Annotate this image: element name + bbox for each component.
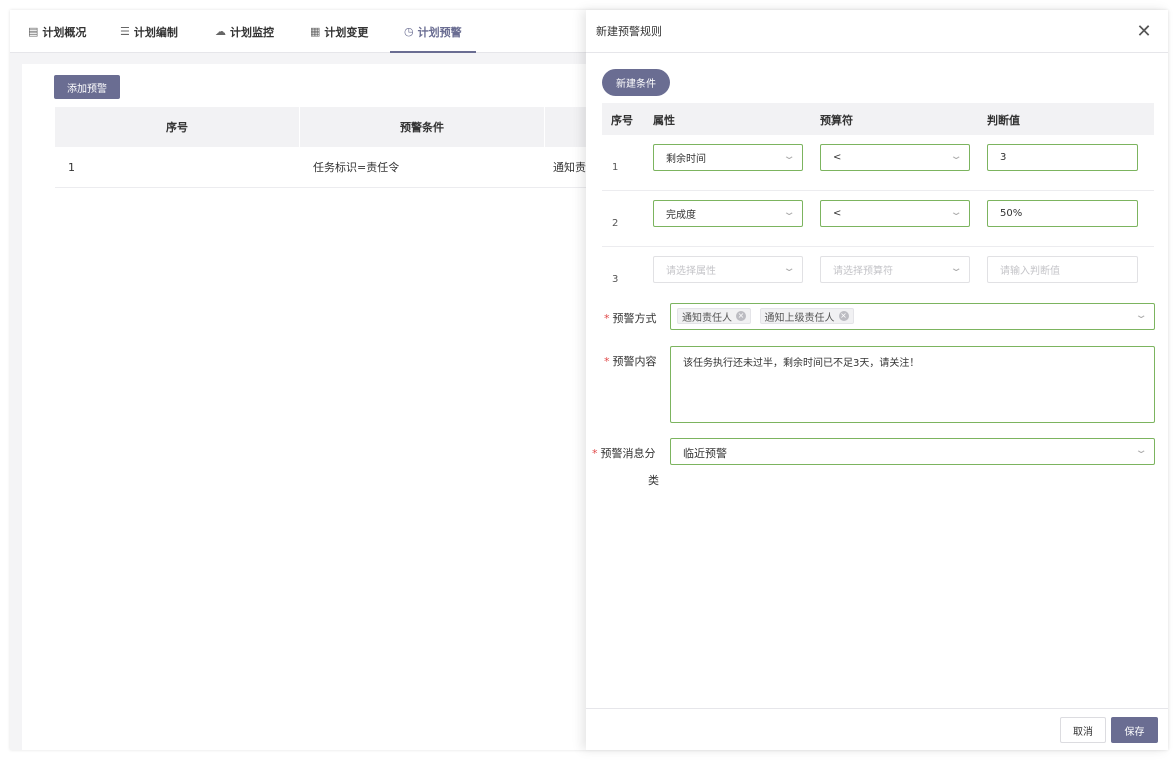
chevron-down-icon: ⌄ — [1134, 445, 1148, 456]
method-tag: 通知责任人 × — [677, 308, 751, 324]
warning-content-row: * 预警内容 该任务执行还未过半，剩余时间已不足3天，请关注！ — [586, 346, 1168, 423]
required-mark: * — [604, 355, 610, 368]
row-index: 1 — [612, 162, 619, 173]
close-icon[interactable]: ✕ — [1132, 19, 1156, 43]
required-mark: * — [592, 447, 598, 460]
warning-method-select[interactable]: 通知责任人 × 通知上级责任人 × ⌄ — [670, 303, 1155, 330]
condition-table-header: 序号 属性 预算符 判断值 — [602, 103, 1154, 135]
warning-category-row: * 预警消息分 类 临近预警 ⌄ — [586, 438, 1168, 488]
cell-condition: 任务标识=责任令 — [313, 161, 400, 174]
warning-category-value: 临近预警 — [683, 447, 727, 460]
new-warning-rule-drawer: 新建预警规则 ✕ 新建条件 序号 属性 预算符 判断值 1 剩余时间 ⌄ < ⌄… — [586, 10, 1168, 750]
tab-label: 计划概况 — [42, 25, 87, 39]
header-index: 序号 — [611, 114, 633, 127]
tag-close-icon[interactable]: × — [838, 311, 849, 321]
save-button[interactable]: 保存 — [1111, 717, 1158, 743]
operator-select[interactable]: < ⌄ — [820, 144, 970, 171]
attribute-select[interactable]: 完成度 ⌄ — [653, 200, 803, 227]
cancel-button[interactable]: 取消 — [1060, 717, 1106, 743]
tab-label: 计划编制 — [133, 25, 178, 39]
table-header: 序号 预警条件 — [55, 107, 655, 147]
attribute-placeholder: 请选择属性 — [666, 266, 716, 277]
chevron-down-icon: ⌄ — [782, 207, 796, 218]
operator-value: < — [833, 152, 842, 163]
warning-table: 序号 预警条件 1 任务标识=责任令 通知责 — [55, 107, 655, 188]
chevron-down-icon: ⌄ — [782, 151, 796, 162]
tab-label: 计划监控 — [230, 25, 274, 39]
list-icon: ☰ — [120, 25, 130, 38]
value-input[interactable]: 请输入判断值 — [987, 256, 1138, 283]
attribute-value: 剩余时间 — [666, 154, 706, 165]
method-tag: 通知上级责任人 × — [759, 308, 854, 324]
attribute-select[interactable]: 剩余时间 ⌄ — [653, 144, 803, 171]
tag-close-icon[interactable]: × — [736, 311, 746, 321]
value-placeholder: 请输入判断值 — [1000, 266, 1060, 277]
warning-content-value: 该任务执行还未过半，剩余时间已不足3天，请关注！ — [683, 358, 920, 369]
operator-select[interactable]: < ⌄ — [820, 200, 970, 227]
warning-category-select[interactable]: 临近预警 ⌄ — [670, 438, 1155, 465]
operator-select[interactable]: 请选择预算符 ⌄ — [820, 256, 970, 283]
tab-plan-compile[interactable]: ☰ 计划编制 — [120, 10, 178, 53]
column-header-condition: 预警条件 — [300, 107, 545, 147]
condition-row: 3 请选择属性 ⌄ 请选择预算符 ⌄ 请输入判断值 — [602, 247, 1154, 303]
new-condition-button[interactable]: 新建条件 — [602, 69, 670, 96]
chevron-down-icon: ⌄ — [949, 151, 963, 162]
condition-row: 1 剩余时间 ⌄ < ⌄ 3 — [602, 135, 1154, 191]
chevron-down-icon: ⌄ — [949, 207, 963, 218]
attribute-select[interactable]: 请选择属性 ⌄ — [653, 256, 803, 283]
clock-icon: ◷ — [404, 25, 414, 38]
drawer-header: 新建预警规则 — [586, 10, 1168, 53]
cloud-icon: ☁ — [215, 25, 226, 38]
value-text: 50% — [1000, 208, 1023, 219]
warning-content-textarea[interactable]: 该任务执行还未过半，剩余时间已不足3天，请关注！ — [670, 346, 1155, 423]
value-text: 3 — [1000, 152, 1007, 163]
document-icon: ▤ — [28, 25, 39, 38]
tab-plan-change[interactable]: ▦ 计划变更 — [310, 10, 368, 53]
chevron-down-icon: ⌄ — [949, 263, 963, 274]
operator-placeholder: 请选择预算符 — [833, 266, 893, 277]
value-input[interactable]: 50% — [987, 200, 1138, 227]
required-mark: * — [604, 312, 610, 325]
tab-plan-warning[interactable]: ◷ 计划预警 — [390, 10, 476, 53]
value-input[interactable]: 3 — [987, 144, 1138, 171]
tab-plan-monitor[interactable]: ☁ 计划监控 — [215, 10, 274, 53]
tab-label: 计划预警 — [417, 25, 462, 39]
add-warning-button[interactable]: 添加预警 — [54, 75, 120, 99]
file-change-icon: ▦ — [310, 25, 321, 38]
warning-method-label: * 预警方式 — [604, 312, 657, 325]
header-value: 判断值 — [987, 114, 1020, 127]
header-operator: 预算符 — [820, 114, 853, 127]
table-row[interactable]: 1 任务标识=责任令 通知责 — [55, 147, 655, 188]
row-index: 3 — [612, 274, 619, 285]
chevron-down-icon: ⌄ — [1134, 310, 1148, 321]
warning-content-label: * 预警内容 — [604, 355, 657, 368]
condition-table: 序号 属性 预算符 判断值 1 剩余时间 ⌄ < ⌄ 3 2 完成度 ⌄ < ⌄… — [602, 103, 1154, 303]
column-header-index: 序号 — [55, 107, 300, 147]
header-attribute: 属性 — [653, 114, 675, 127]
operator-value: < — [833, 208, 842, 219]
tab-label: 计划变更 — [324, 25, 369, 39]
tab-plan-overview[interactable]: ▤ 计划概况 — [28, 10, 86, 53]
drawer-footer: 取消 保存 — [586, 708, 1168, 750]
warning-category-label-wrap: 类 — [648, 474, 659, 487]
drawer-title: 新建预警规则 — [596, 25, 662, 38]
row-index: 2 — [612, 218, 619, 229]
warning-method-row: * 预警方式 通知责任人 × 通知上级责任人 × ⌄ — [586, 303, 1168, 331]
condition-row: 2 完成度 ⌄ < ⌄ 50% — [602, 191, 1154, 247]
chevron-down-icon: ⌄ — [782, 263, 796, 274]
attribute-value: 完成度 — [666, 210, 696, 221]
cell-index: 1 — [68, 160, 75, 174]
warning-category-label: * 预警消息分 — [592, 447, 656, 460]
